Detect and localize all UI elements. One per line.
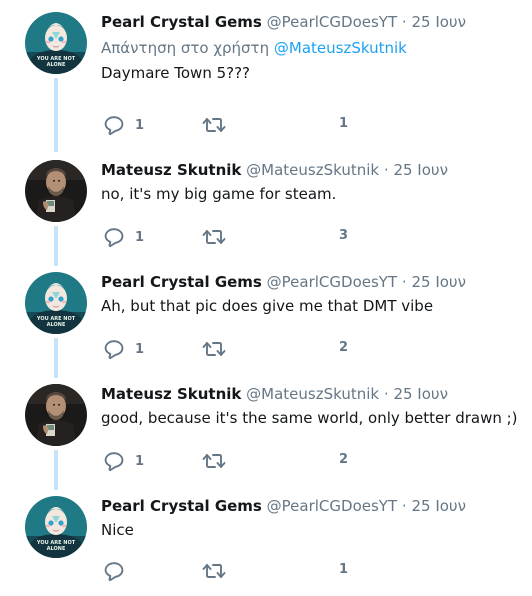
- user-handle[interactable]: @PearlCGDoesYT: [267, 497, 397, 515]
- reply-count: 1: [135, 117, 145, 133]
- reply-prefix: Απάντηση στο χρήστη: [101, 39, 270, 57]
- tweet-header: Mateusz Skutnik @MateuszSkutnik · 25 Ιου…: [101, 384, 526, 406]
- display-name[interactable]: Pearl Crystal Gems: [101, 497, 262, 515]
- tweet[interactable]: YOU ARE NOT ALONE Pearl Crystal Gems @Pe…: [0, 260, 532, 372]
- reply-icon: [104, 116, 124, 135]
- retweet-button[interactable]: [201, 561, 227, 581]
- timestamp[interactable]: 25 Ιουν: [411, 273, 466, 291]
- reply-icon: [104, 228, 124, 247]
- reply-button[interactable]: 1: [103, 227, 144, 247]
- user-handle[interactable]: @PearlCGDoesYT: [267, 273, 397, 291]
- tweet-header: Mateusz Skutnik @MateuszSkutnik · 25 Ιου…: [101, 160, 526, 182]
- reply-icon: [104, 562, 124, 581]
- user-handle[interactable]: @MateuszSkutnik: [246, 385, 379, 403]
- like-count[interactable]: 2: [339, 340, 348, 355]
- retweet-button[interactable]: [201, 227, 227, 247]
- replying-to: Απάντηση στο χρήστη @MateuszSkutnik: [101, 38, 526, 58]
- like-count[interactable]: 1: [339, 116, 348, 131]
- tweet[interactable]: Mateusz Skutnik @MateuszSkutnik · 25 Ιου…: [0, 148, 532, 260]
- tweet-text: Nice: [101, 521, 134, 539]
- tweet-text: no, it's my big game for steam.: [101, 185, 337, 203]
- tweet-actions: 1 1: [103, 115, 403, 135]
- retweet-icon: [202, 342, 226, 356]
- tweet-header: Pearl Crystal Gems @PearlCGDoesYT · 25 Ι…: [101, 272, 526, 294]
- avatar[interactable]: YOU ARE NOT ALONE: [25, 272, 87, 334]
- reply-button[interactable]: [103, 561, 135, 581]
- separator-dot: ·: [383, 161, 389, 179]
- avatar[interactable]: YOU ARE NOT ALONE: [25, 12, 87, 74]
- user-handle[interactable]: @MateuszSkutnik: [246, 161, 379, 179]
- like-count[interactable]: 3: [339, 228, 348, 243]
- tweet-actions: 1 2: [103, 451, 403, 471]
- pearl-avatar-image: YOU ARE NOT ALONE: [25, 12, 87, 74]
- timestamp[interactable]: 25 Ιουν: [393, 161, 448, 179]
- mention-link[interactable]: @MateuszSkutnik: [274, 39, 407, 57]
- tweet-text: good, because it's the same world, only …: [101, 409, 518, 427]
- timestamp[interactable]: 25 Ιουν: [393, 385, 448, 403]
- reply-icon: [104, 452, 124, 471]
- retweet-button[interactable]: [201, 115, 227, 135]
- mateusz-avatar-image: [25, 160, 87, 222]
- tweet-text: Daymare Town 5???: [101, 64, 251, 82]
- timestamp[interactable]: 25 Ιουν: [411, 497, 466, 515]
- tweet[interactable]: Mateusz Skutnik @MateuszSkutnik · 25 Ιου…: [0, 372, 532, 484]
- mateusz-avatar-image: [25, 384, 87, 446]
- reply-icon: [104, 340, 124, 359]
- tweet-actions: 1: [103, 561, 403, 581]
- avatar-caption-line2: ALONE: [47, 546, 66, 552]
- conversation-thread: YOU ARE NOT ALONE Pearl Crystal Gems @Pe…: [0, 0, 532, 590]
- tweet-actions: 1 2: [103, 339, 403, 359]
- separator-dot: ·: [401, 273, 407, 291]
- reply-button[interactable]: 1: [103, 115, 144, 135]
- avatar-caption-line2: ALONE: [47, 62, 66, 68]
- reply-count: 1: [135, 229, 145, 245]
- tweet-header: Pearl Crystal Gems @PearlCGDoesYT · 25 Ι…: [101, 496, 526, 518]
- retweet-icon: [202, 118, 226, 132]
- tweet[interactable]: YOU ARE NOT ALONE Pearl Crystal Gems @Pe…: [0, 484, 532, 596]
- retweet-button[interactable]: [201, 451, 227, 471]
- retweet-button[interactable]: [201, 339, 227, 359]
- tweet-actions: 1 3: [103, 227, 403, 247]
- user-handle[interactable]: @PearlCGDoesYT: [267, 13, 397, 31]
- separator-dot: ·: [401, 13, 407, 31]
- reply-count: 1: [135, 453, 145, 469]
- tweet-text: Ah, but that pic does give me that DMT v…: [101, 297, 434, 315]
- tweet[interactable]: YOU ARE NOT ALONE Pearl Crystal Gems @Pe…: [0, 0, 532, 150]
- display-name[interactable]: Mateusz Skutnik: [101, 161, 241, 179]
- display-name[interactable]: Pearl Crystal Gems: [101, 273, 262, 291]
- pearl-avatar-image: YOU ARE NOT ALONE: [25, 496, 87, 558]
- retweet-icon: [202, 454, 226, 468]
- avatar[interactable]: [25, 384, 87, 446]
- avatar-caption-line2: ALONE: [47, 322, 66, 328]
- reply-count: 1: [135, 341, 145, 357]
- retweet-icon: [202, 564, 226, 578]
- retweet-icon: [202, 230, 226, 244]
- like-count[interactable]: 1: [339, 562, 348, 577]
- like-count[interactable]: 2: [339, 452, 348, 467]
- pearl-avatar-image: YOU ARE NOT ALONE: [25, 272, 87, 334]
- avatar[interactable]: YOU ARE NOT ALONE: [25, 496, 87, 558]
- separator-dot: ·: [401, 497, 407, 515]
- display-name[interactable]: Pearl Crystal Gems: [101, 13, 262, 31]
- timestamp[interactable]: 25 Ιουν: [411, 13, 466, 31]
- separator-dot: ·: [383, 385, 389, 403]
- tweet-header: Pearl Crystal Gems @PearlCGDoesYT · 25 Ι…: [101, 12, 526, 34]
- reply-button[interactable]: 1: [103, 451, 144, 471]
- avatar[interactable]: [25, 160, 87, 222]
- display-name[interactable]: Mateusz Skutnik: [101, 385, 241, 403]
- reply-button[interactable]: 1: [103, 339, 144, 359]
